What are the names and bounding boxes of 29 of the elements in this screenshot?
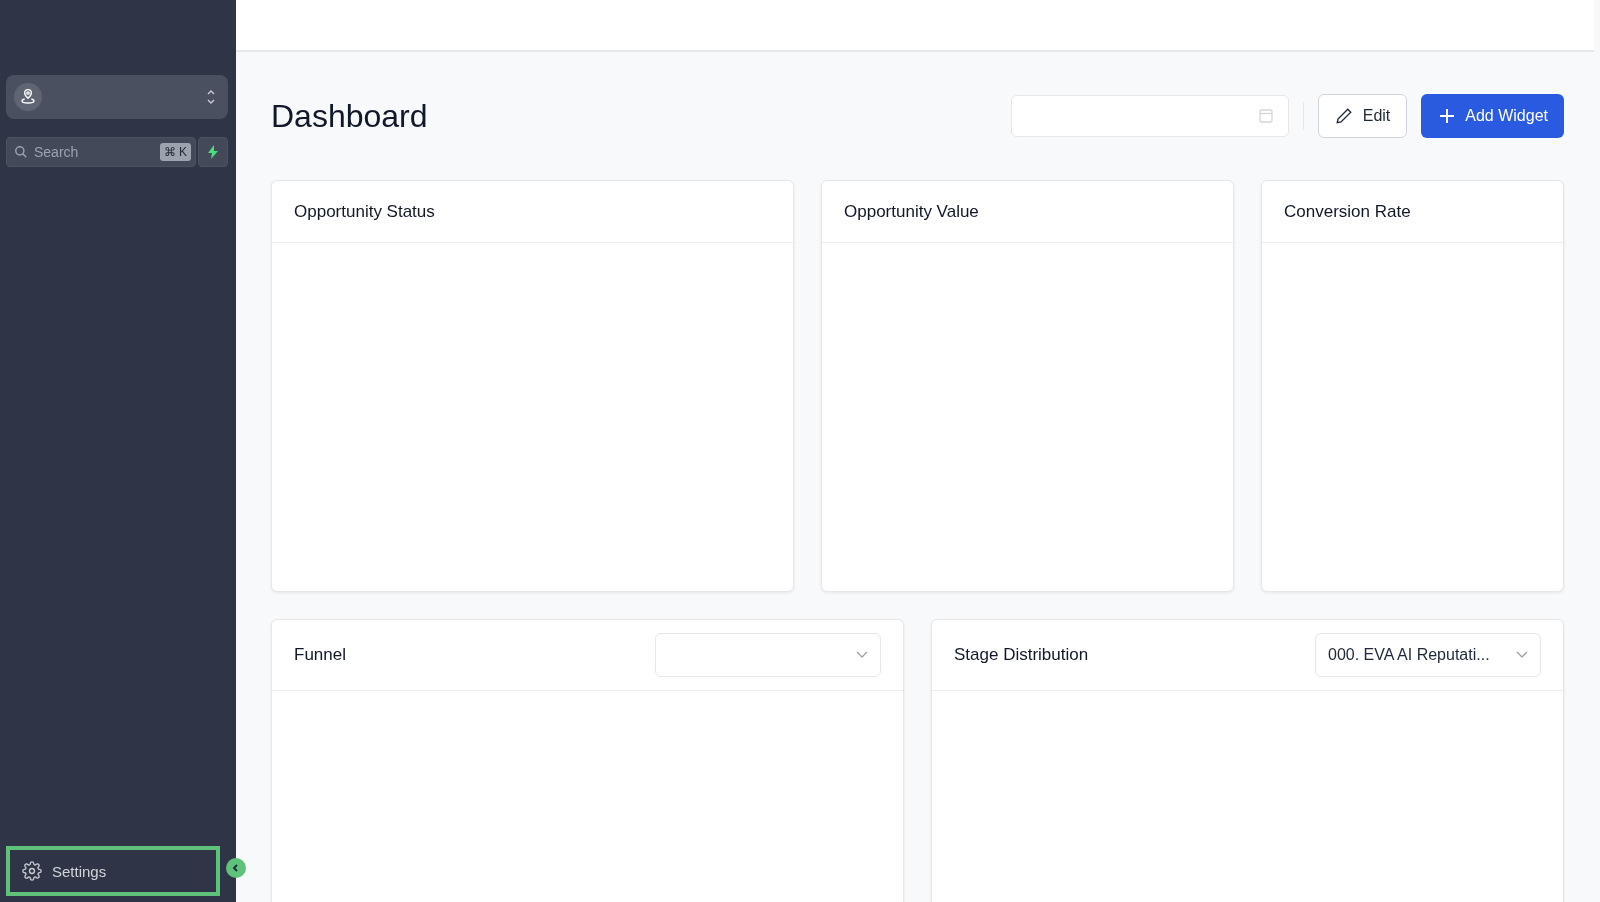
widget-title: Conversion Rate	[1284, 201, 1411, 222]
lightning-icon	[207, 145, 219, 159]
page-title: Dashboard	[271, 97, 428, 135]
widget-title: Opportunity Status	[294, 201, 435, 222]
widget-title: Opportunity Value	[844, 201, 979, 222]
workspace-switcher[interactable]	[6, 75, 228, 119]
dropdown-value: 000. EVA AI Reputati...	[1328, 646, 1490, 664]
edit-button[interactable]: Edit	[1317, 94, 1408, 138]
shortcut-badge: ⌘ K	[159, 143, 191, 161]
add-widget-button[interactable]: Add Widget	[1421, 94, 1564, 138]
widget-title: Funnel	[294, 645, 346, 665]
search-field[interactable]: Search ⌘ K	[6, 137, 196, 167]
chevron-down-icon	[1516, 651, 1528, 659]
widget-title: Stage Distribution	[954, 645, 1089, 665]
chevron-up-down-icon	[206, 88, 216, 106]
settings-item[interactable]: Settings	[6, 846, 220, 896]
pencil-icon	[1334, 107, 1353, 125]
settings-icon	[22, 861, 42, 881]
lightning-button[interactable]	[198, 137, 228, 167]
dropdown[interactable]: 000. EVA AI Reputati...	[1315, 633, 1541, 677]
plus-icon	[1439, 108, 1456, 124]
search-icon	[14, 145, 28, 159]
calendar-icon	[1257, 108, 1274, 124]
date-field[interactable]	[1010, 95, 1289, 137]
chevron-down-icon	[856, 651, 868, 659]
chevron-left-icon	[231, 863, 241, 873]
dropdown[interactable]	[655, 633, 881, 677]
location-pin-icon	[14, 83, 42, 111]
collapse-sidebar-button[interactable]	[226, 858, 246, 878]
